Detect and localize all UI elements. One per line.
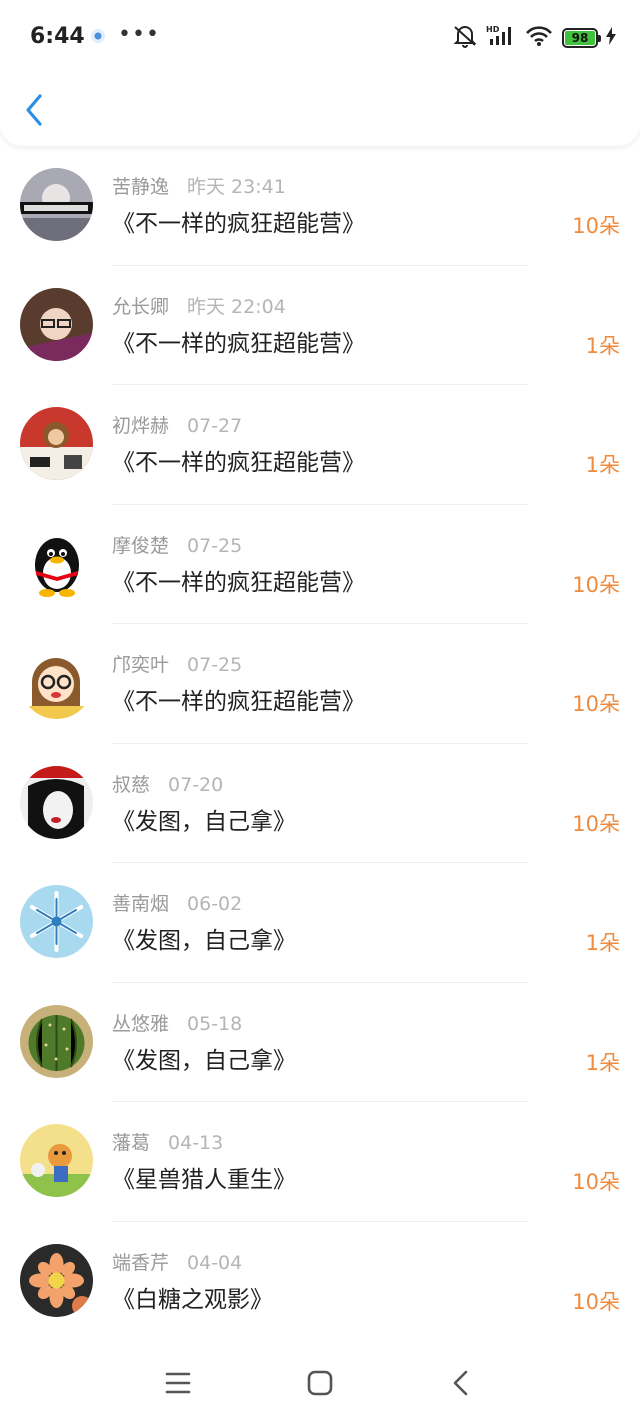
record-date: 昨天 23:41	[187, 176, 286, 198]
work-title[interactable]: 《星兽猎人重生》	[112, 1160, 296, 1194]
wifi-icon	[524, 24, 554, 52]
back-icon	[453, 1370, 468, 1396]
work-title[interactable]: 《发图，自己拿》	[112, 921, 296, 955]
user-name[interactable]: 丛悠雅	[112, 1013, 169, 1035]
flower-amount: 10朵	[572, 1289, 620, 1314]
flower-amount: 10朵	[572, 1170, 620, 1194]
work-title[interactable]: 《不一样的疯狂超能营》	[112, 204, 365, 238]
user-name[interactable]: 苦静逸	[112, 176, 169, 198]
status-time: 6:44	[30, 24, 85, 49]
mute-icon	[452, 24, 478, 52]
list-item[interactable]: 藩葛 04-13 《星兽猎人重生》 10朵	[0, 1102, 640, 1222]
flower-amount: 10朵	[572, 572, 620, 597]
avatar[interactable]	[20, 885, 93, 958]
avatar[interactable]	[20, 287, 93, 361]
work-title[interactable]: 《不一样的疯狂超能营》	[112, 682, 365, 716]
list-item[interactable]: 善南烟 06-02 《发图，自己拿》 1朵	[0, 863, 640, 983]
work-title[interactable]: 《不一样的疯狂超能营》	[112, 563, 365, 597]
record-date: 07-25	[187, 534, 243, 557]
list-item[interactable]: 摩俊楚 07-25 《不一样的疯狂超能营》 10朵	[0, 505, 640, 624]
menu-button[interactable]	[160, 1368, 196, 1398]
list-item[interactable]: 初烨赫 07-27 《不一样的疯狂超能营》 1朵	[0, 385, 640, 505]
record-date: 07-25	[187, 654, 243, 676]
flower-amount: 10朵	[572, 214, 620, 238]
avatar[interactable]	[20, 407, 93, 480]
user-name[interactable]: 邝奕叶	[112, 654, 169, 676]
flower-amount: 1朵	[585, 1050, 620, 1075]
user-name[interactable]: 善南烟	[112, 893, 169, 915]
list-item[interactable]: 苦静逸 昨天 23:41 《不一样的疯狂超能营》 10朵	[0, 146, 640, 266]
navigation-bar	[0, 1346, 640, 1422]
avatar[interactable]	[20, 526, 93, 600]
avatar[interactable]	[20, 646, 93, 719]
work-title[interactable]: 《发图，自己拿》	[112, 1041, 296, 1075]
avatar[interactable]	[20, 765, 93, 839]
work-title[interactable]: 《不一样的疯狂超能营》	[112, 443, 365, 477]
record-date: 04-04	[187, 1251, 243, 1274]
list-item[interactable]: 允长卿 昨天 22:04 《不一样的疯狂超能营》 1朵	[0, 266, 640, 385]
work-title[interactable]: 《不一样的疯狂超能营》	[112, 324, 365, 358]
record-date: 07-20	[168, 773, 224, 796]
chevron-left-icon	[26, 94, 42, 126]
charging-icon	[606, 27, 616, 49]
flower-amount: 1朵	[585, 453, 620, 477]
flower-amount: 10朵	[572, 811, 620, 836]
avatar[interactable]	[20, 168, 93, 241]
work-title[interactable]: 《发图，自己拿》	[112, 802, 296, 836]
flower-amount: 1朵	[585, 333, 620, 358]
record-date: 06-02	[187, 893, 243, 915]
status-bar: 6:44 ••• HD 98	[0, 0, 640, 76]
more-notifications-icon: •••	[118, 22, 160, 47]
menu-icon	[165, 1372, 191, 1394]
nav-back-button[interactable]	[443, 1368, 479, 1398]
status-indicators: HD 98	[452, 24, 616, 52]
user-name[interactable]: 叔慈	[112, 774, 150, 796]
user-name[interactable]: 藩葛	[112, 1132, 150, 1154]
home-button[interactable]	[302, 1368, 338, 1398]
avatar[interactable]	[20, 1124, 93, 1197]
user-name[interactable]: 允长卿	[112, 296, 169, 318]
user-name[interactable]: 端香芹	[112, 1252, 169, 1274]
avatar[interactable]	[20, 1004, 93, 1078]
list-item[interactable]: 丛悠雅 05-18 《发图，自己拿》 1朵	[0, 983, 640, 1102]
home-icon	[307, 1370, 333, 1396]
signal-icon: HD	[486, 24, 516, 52]
record-date: 昨天 22:04	[187, 295, 286, 318]
list-item[interactable]: 邝奕叶 07-25 《不一样的疯狂超能营》 10朵	[0, 624, 640, 744]
record-date: 04-13	[168, 1132, 224, 1154]
flower-amount: 1朵	[585, 931, 620, 955]
record-date: 05-18	[187, 1012, 243, 1035]
svg-text:HD: HD	[486, 25, 500, 34]
list-item[interactable]: 叔慈 07-20 《发图，自己拿》 10朵	[0, 744, 640, 863]
flower-amount: 10朵	[572, 692, 620, 716]
donation-list: 苦静逸 昨天 23:41 《不一样的疯狂超能营》 10朵 允长卿 昨天 22:04 …	[0, 146, 640, 1341]
battery-level: 98	[565, 31, 595, 45]
notification-app-icon	[90, 28, 106, 44]
battery-icon: 98	[562, 28, 601, 48]
back-button[interactable]	[20, 90, 50, 130]
user-name[interactable]: 初烨赫	[112, 415, 169, 437]
avatar[interactable]	[20, 1243, 93, 1317]
user-name[interactable]: 摩俊楚	[112, 535, 169, 557]
app-header: 6:44 ••• HD 98	[0, 0, 640, 146]
work-title[interactable]: 《白糖之观影》	[112, 1280, 273, 1314]
record-date: 07-27	[187, 415, 243, 437]
list-item[interactable]: 端香芹 04-04 《白糖之观影》 10朵	[0, 1222, 640, 1342]
